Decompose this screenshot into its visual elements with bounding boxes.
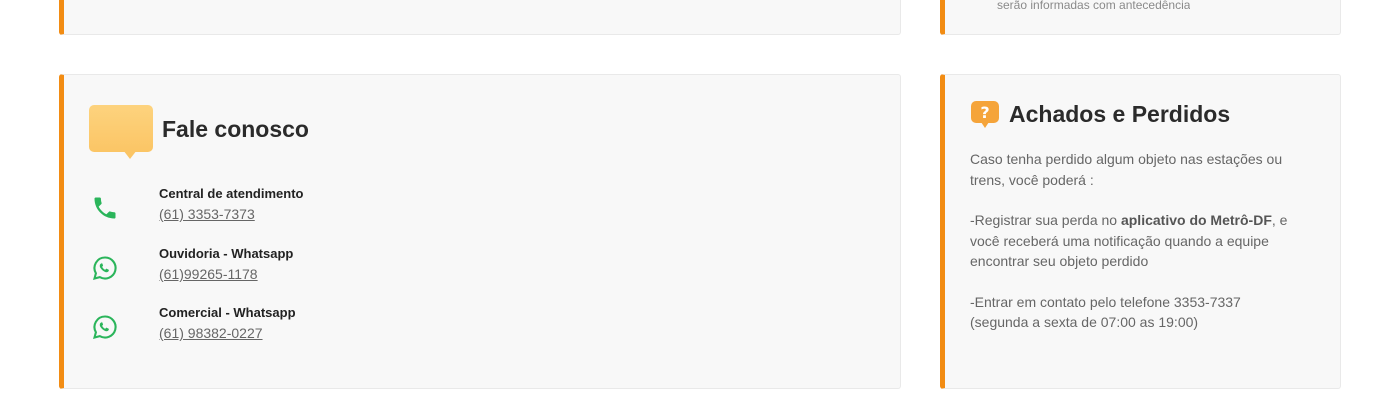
contact-card: Fale conosco Central de atendimento (61)… [59, 74, 901, 389]
question-icon: ? [971, 101, 999, 128]
contact-item-central: Central de atendimento (61) 3353-7373 [89, 186, 489, 230]
contact-label: Comercial - Whatsapp [159, 305, 296, 320]
lost-found-title: Achados e Perdidos [1009, 101, 1231, 127]
phone-icon [94, 197, 116, 219]
contact-item-comercial: Comercial - Whatsapp (61) 98382-0227 [89, 305, 489, 349]
svg-text:?: ? [980, 103, 989, 122]
whatsapp-icon [93, 256, 117, 280]
lost-found-body: Caso tenha perdido algum objeto nas esta… [970, 149, 1310, 333]
whatsapp-link[interactable]: (61) 98382-0227 [159, 325, 263, 341]
phone-link[interactable]: (61) 3353-7373 [159, 206, 255, 222]
previous-card-left [59, 0, 901, 35]
lost-found-card: ? Achados e Perdidos Caso tenha perdido … [940, 74, 1341, 389]
lost-found-intro: Caso tenha perdido algum objeto nas esta… [970, 151, 1283, 188]
lost-found-register: -Registrar sua perda no aplicativo do Me… [970, 212, 1288, 269]
contact-title: Fale conosco [162, 116, 309, 142]
chat-bubble-icon [89, 105, 153, 159]
whatsapp-link[interactable]: (61)99265-1178 [159, 266, 258, 282]
contact-label: Ouvidoria - Whatsapp [159, 246, 294, 261]
lost-found-phone: -Entrar em contato pelo telefone 3353-73… [970, 293, 1241, 331]
contact-item-ouvidoria: Ouvidoria - Whatsapp (61)99265-1178 [89, 246, 489, 290]
contact-label: Central de atendimento [159, 186, 304, 201]
whatsapp-icon [93, 315, 117, 339]
app-name: aplicativo do Metrô-DF [1120, 212, 1272, 228]
previous-card-text: serão informadas com antecedência [997, 0, 1191, 10]
previous-card-right: serão informadas com antecedência [940, 0, 1341, 35]
